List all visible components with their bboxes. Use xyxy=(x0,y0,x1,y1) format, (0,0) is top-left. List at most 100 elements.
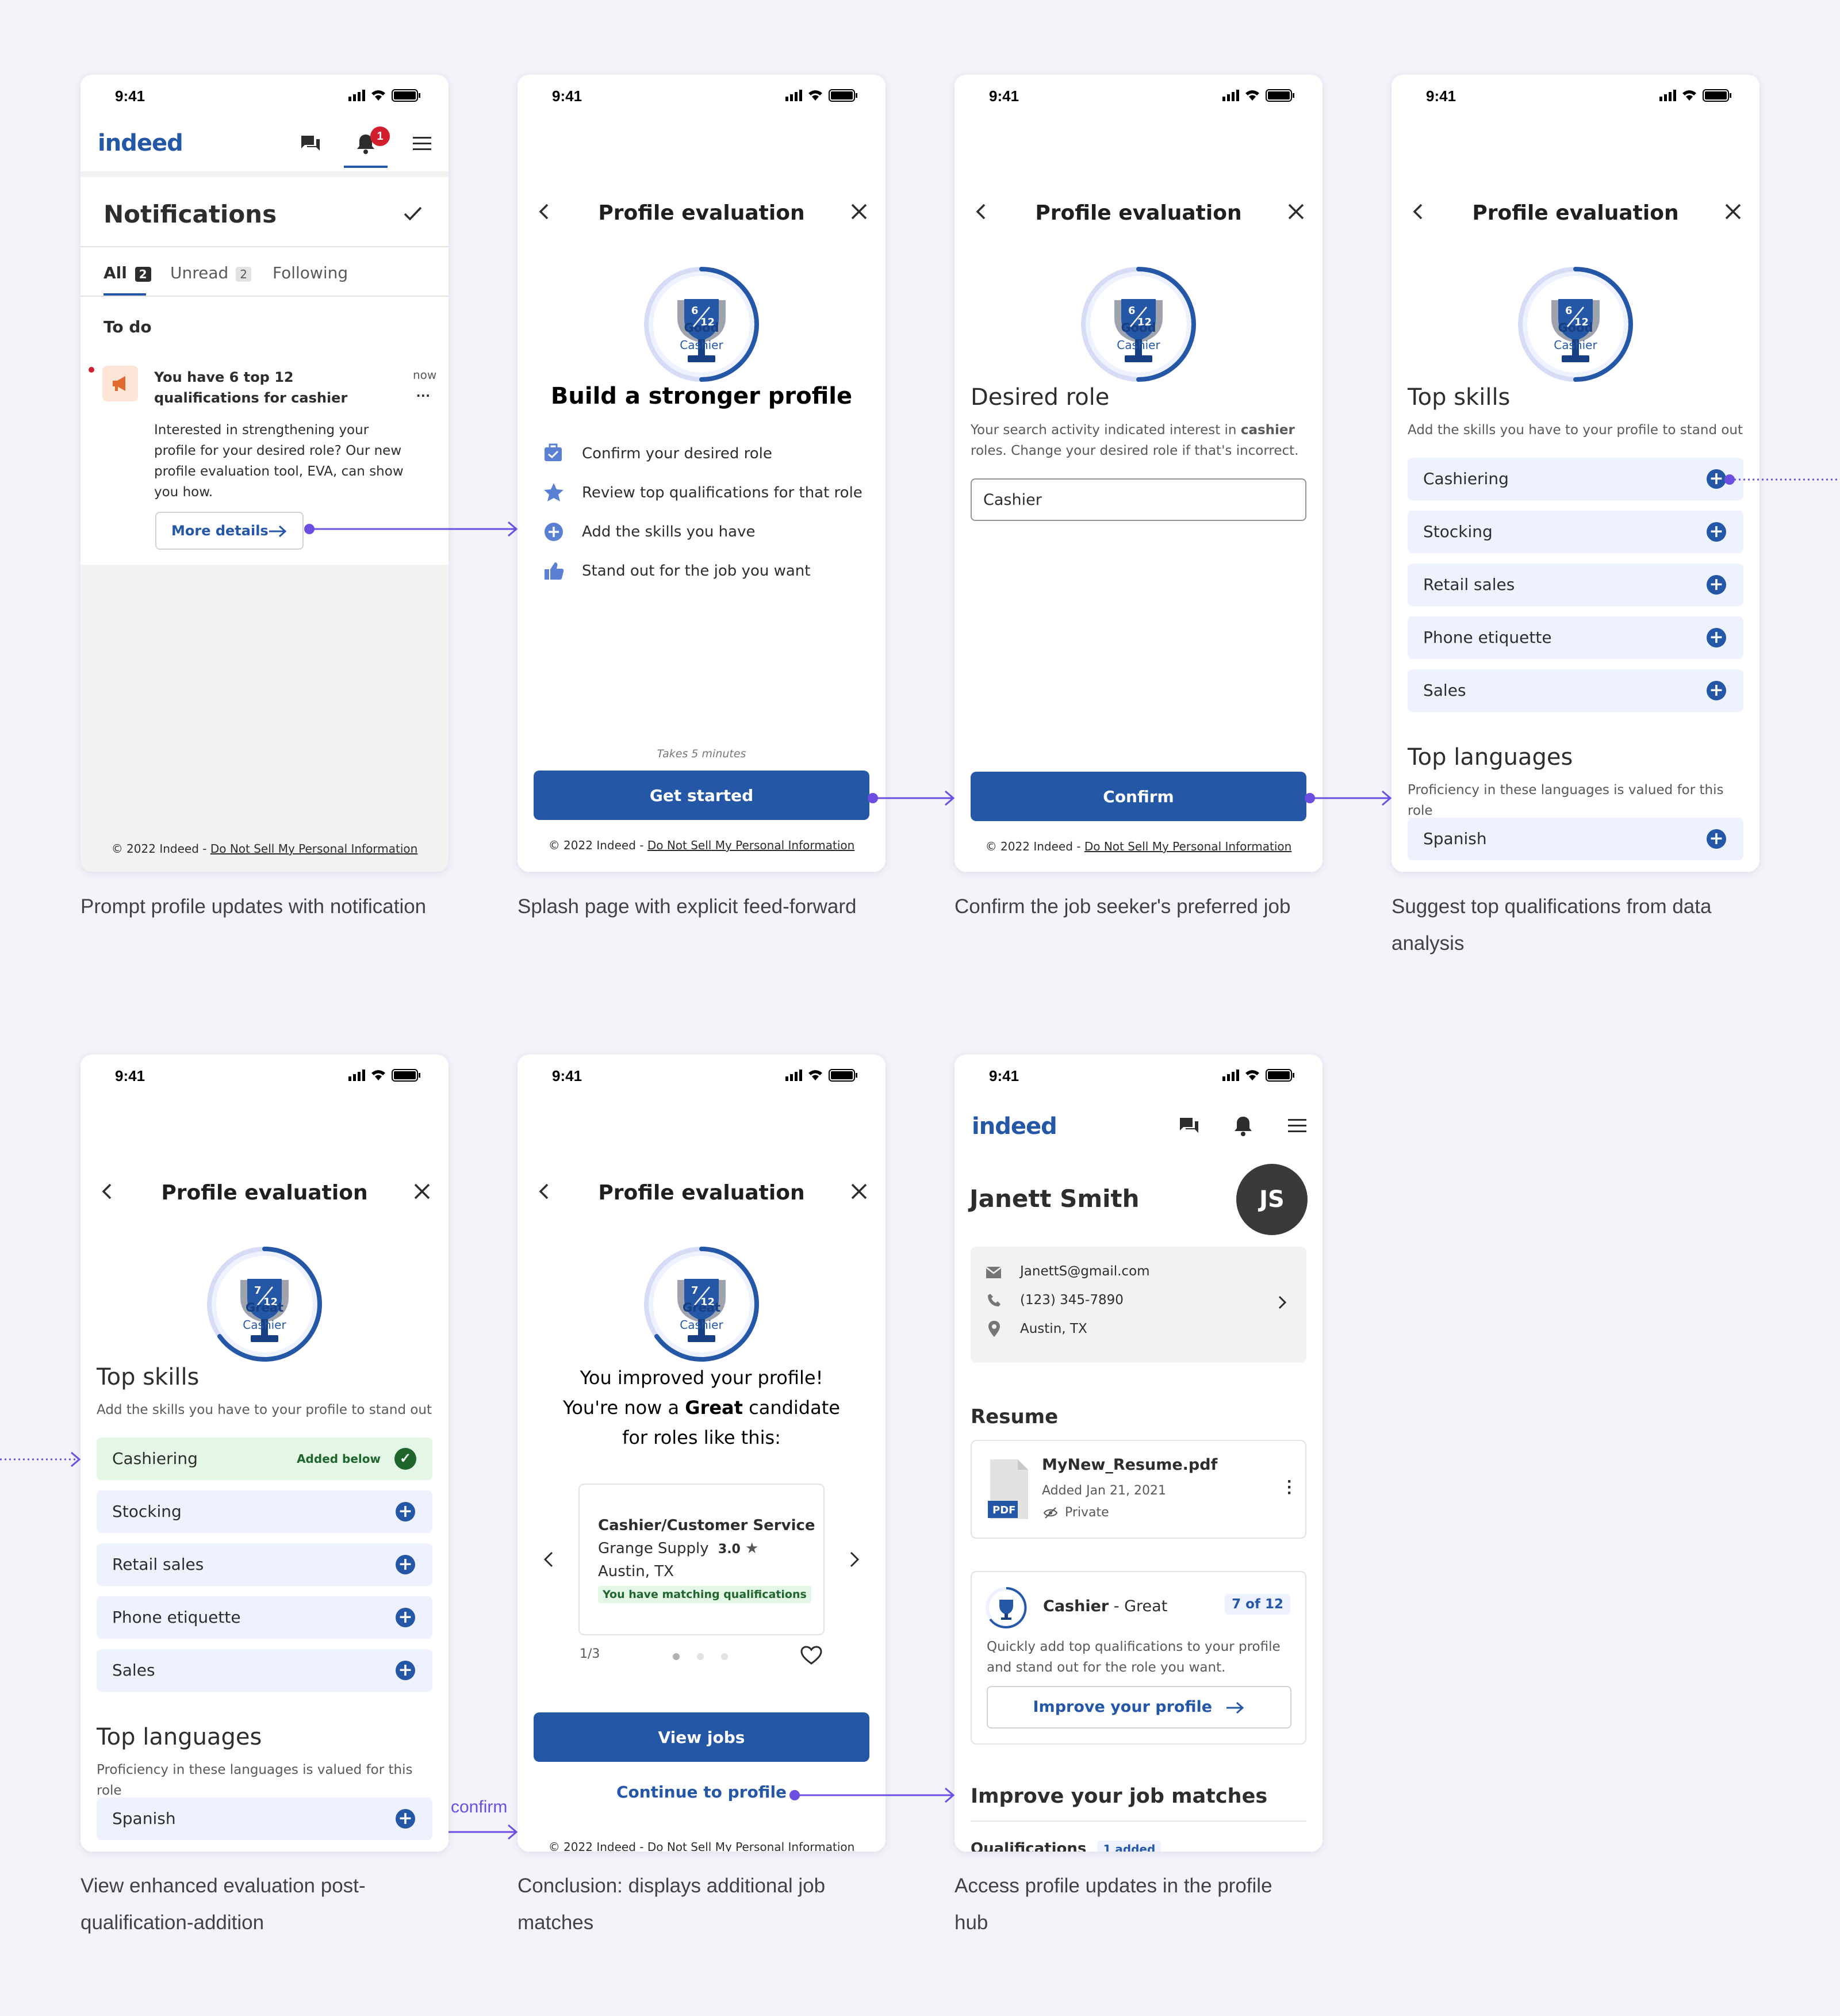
footer-link[interactable]: Do Not Sell My Personal Information xyxy=(647,838,854,852)
resume-card[interactable]: PDF MyNew_Resume.pdf Added Jan 21, 2021 … xyxy=(971,1440,1306,1539)
flow-arrow-continue-to-profile xyxy=(789,1787,955,1803)
improved-line-1: You improved your profile! xyxy=(580,1367,823,1389)
footer: © 2022 Indeed - Do Not Sell My Personal … xyxy=(80,842,448,856)
status-icons xyxy=(1222,1069,1294,1082)
notification-body: Interested in strengthening your profile… xyxy=(154,423,404,500)
notification-title[interactable]: You have 6 top 12 qualifications for cas… xyxy=(154,367,384,408)
menu-icon[interactable] xyxy=(1287,1117,1308,1135)
mark-all-read-icon[interactable] xyxy=(402,205,423,222)
status-time: 9:41 xyxy=(989,87,1019,105)
skill-row[interactable]: Cashiering + xyxy=(1408,458,1743,500)
language-label: Spanish xyxy=(1423,829,1487,848)
language-row[interactable]: Spanish + xyxy=(97,1797,432,1840)
add-skill-icon[interactable]: + xyxy=(396,1502,415,1521)
skill-row[interactable]: Phone etiquette + xyxy=(97,1596,432,1639)
skill-label: Stocking xyxy=(1423,522,1493,541)
status-icons xyxy=(1222,89,1294,102)
qualifications-row[interactable]: Qualifications 1 added xyxy=(971,1840,1162,1852)
tab-all-label: All xyxy=(103,263,127,282)
carousel-prev-icon[interactable] xyxy=(540,1549,558,1570)
desc-prefix: Your search activity indicated interest … xyxy=(971,423,1241,438)
tab-unread[interactable]: Unread 2 xyxy=(170,263,251,282)
status-time: 9:41 xyxy=(1426,87,1456,105)
indeed-logo[interactable]: indeed xyxy=(972,1113,1057,1140)
caption-5: View enhanced evaluation post-qualificat… xyxy=(80,1875,366,1934)
skill-row[interactable]: Retail sales + xyxy=(97,1543,432,1586)
skill-row-added[interactable]: Cashiering Added below ✓ xyxy=(97,1438,432,1480)
tab-following[interactable]: Following xyxy=(273,263,348,282)
language-row[interactable]: Spanish + xyxy=(1408,818,1743,860)
eval-card-role: Cashier xyxy=(1043,1597,1109,1615)
notification-more-button[interactable]: ... xyxy=(416,383,431,401)
skill-row[interactable]: Stocking + xyxy=(1408,511,1743,553)
get-started-button[interactable]: Get started xyxy=(534,771,869,820)
top-skills-description: Add the skills you have to your profile … xyxy=(1408,423,1743,438)
skill-row[interactable]: Sales + xyxy=(1408,669,1743,712)
status-bar: 9:41 xyxy=(954,1055,1322,1112)
messages-icon[interactable] xyxy=(299,132,322,155)
screen-conclusion: 9:41 Profile evaluation 7 12 Great Cashi… xyxy=(518,1055,885,1852)
add-skill-icon[interactable]: + xyxy=(1707,681,1726,700)
phone-icon xyxy=(988,1294,1000,1306)
footer-link[interactable]: Do Not Sell My Personal Information xyxy=(210,842,417,856)
contact-card[interactable]: JanettS@gmail.com (123) 345-7890 Austin,… xyxy=(971,1247,1306,1363)
close-icon[interactable] xyxy=(413,1182,431,1201)
desc-suffix: roles. Change your desired role if that'… xyxy=(971,443,1299,458)
footer-link[interactable]: Do Not Sell My Personal Information xyxy=(1084,840,1291,853)
add-language-icon[interactable]: + xyxy=(396,1809,415,1829)
evaluation-card[interactable]: Cashier - Great 7 of 12 Quickly add top … xyxy=(971,1571,1306,1745)
more-details-label: More details xyxy=(171,523,269,539)
improve-profile-button[interactable]: Improve your profile xyxy=(987,1686,1291,1728)
status-time: 9:41 xyxy=(552,87,582,105)
add-skill-icon[interactable]: + xyxy=(1707,575,1726,595)
dot xyxy=(697,1653,704,1660)
skill-row[interactable]: Phone etiquette + xyxy=(1408,616,1743,659)
score-role: Cashier xyxy=(680,1318,723,1332)
add-skill-icon[interactable]: + xyxy=(396,1661,415,1680)
close-icon[interactable] xyxy=(1724,202,1742,221)
section-todo: To do xyxy=(103,317,152,336)
close-icon[interactable] xyxy=(1287,202,1305,221)
caption-7: Access profile updates in the profile hu… xyxy=(954,1875,1272,1934)
carousel-next-icon[interactable] xyxy=(845,1549,862,1570)
close-icon[interactable] xyxy=(850,1182,868,1201)
flow-arrow-add-skill-in xyxy=(0,1451,81,1467)
more-details-button[interactable]: More details xyxy=(155,512,304,550)
add-language-icon[interactable]: + xyxy=(1707,829,1726,849)
resume-more-menu[interactable]: · · · xyxy=(1281,1473,1298,1502)
step-2: Review top qualifications for that role xyxy=(582,484,862,501)
screen-desired-role: 9:41 Profile evaluation 6 12 Good Cashie… xyxy=(954,75,1322,872)
job-matches-divider xyxy=(971,1820,1306,1822)
messages-icon[interactable] xyxy=(1178,1114,1201,1137)
confirm-button[interactable]: Confirm xyxy=(971,772,1306,821)
resume-heading: Resume xyxy=(971,1405,1059,1428)
skill-row[interactable]: Retail sales + xyxy=(1408,564,1743,606)
close-icon[interactable] xyxy=(850,202,868,221)
language-label: Spanish xyxy=(112,1809,176,1828)
skill-row[interactable]: Sales + xyxy=(97,1649,432,1692)
bell-icon[interactable] xyxy=(1232,1114,1255,1137)
add-skill-icon[interactable]: + xyxy=(396,1608,415,1627)
footer-link[interactable]: Do Not Sell My Personal Information xyxy=(647,1840,854,1852)
star-icon xyxy=(544,483,564,501)
score-role: Cashier xyxy=(680,338,723,352)
score-role: Cashier xyxy=(243,1318,286,1332)
screen-notifications: 9:41 indeed 1 Notifications All 2 Unread… xyxy=(80,75,448,872)
tab-all[interactable]: All 2 xyxy=(103,263,151,282)
menu-icon[interactable] xyxy=(412,135,432,153)
job-card[interactable]: Cashier/Customer Service Grange Supply 3… xyxy=(578,1484,825,1635)
indeed-logo[interactable]: indeed xyxy=(98,130,183,156)
desired-role-input[interactable] xyxy=(971,478,1306,521)
page-title: Notifications xyxy=(103,200,277,228)
add-skill-icon[interactable]: + xyxy=(1707,628,1726,647)
heart-icon[interactable] xyxy=(800,1646,822,1665)
view-jobs-button[interactable]: View jobs xyxy=(534,1712,869,1762)
desired-role-description: Your search activity indicated interest … xyxy=(971,420,1310,461)
add-skill-icon[interactable]: + xyxy=(396,1555,415,1574)
avatar[interactable]: JS xyxy=(1236,1164,1308,1235)
add-skill-icon[interactable]: + xyxy=(1707,522,1726,542)
skill-row[interactable]: Stocking + xyxy=(97,1490,432,1533)
qualifications-label: Qualifications xyxy=(971,1840,1087,1852)
status-time: 9:41 xyxy=(989,1067,1019,1084)
pdf-file-icon: PDF xyxy=(988,1459,1028,1519)
